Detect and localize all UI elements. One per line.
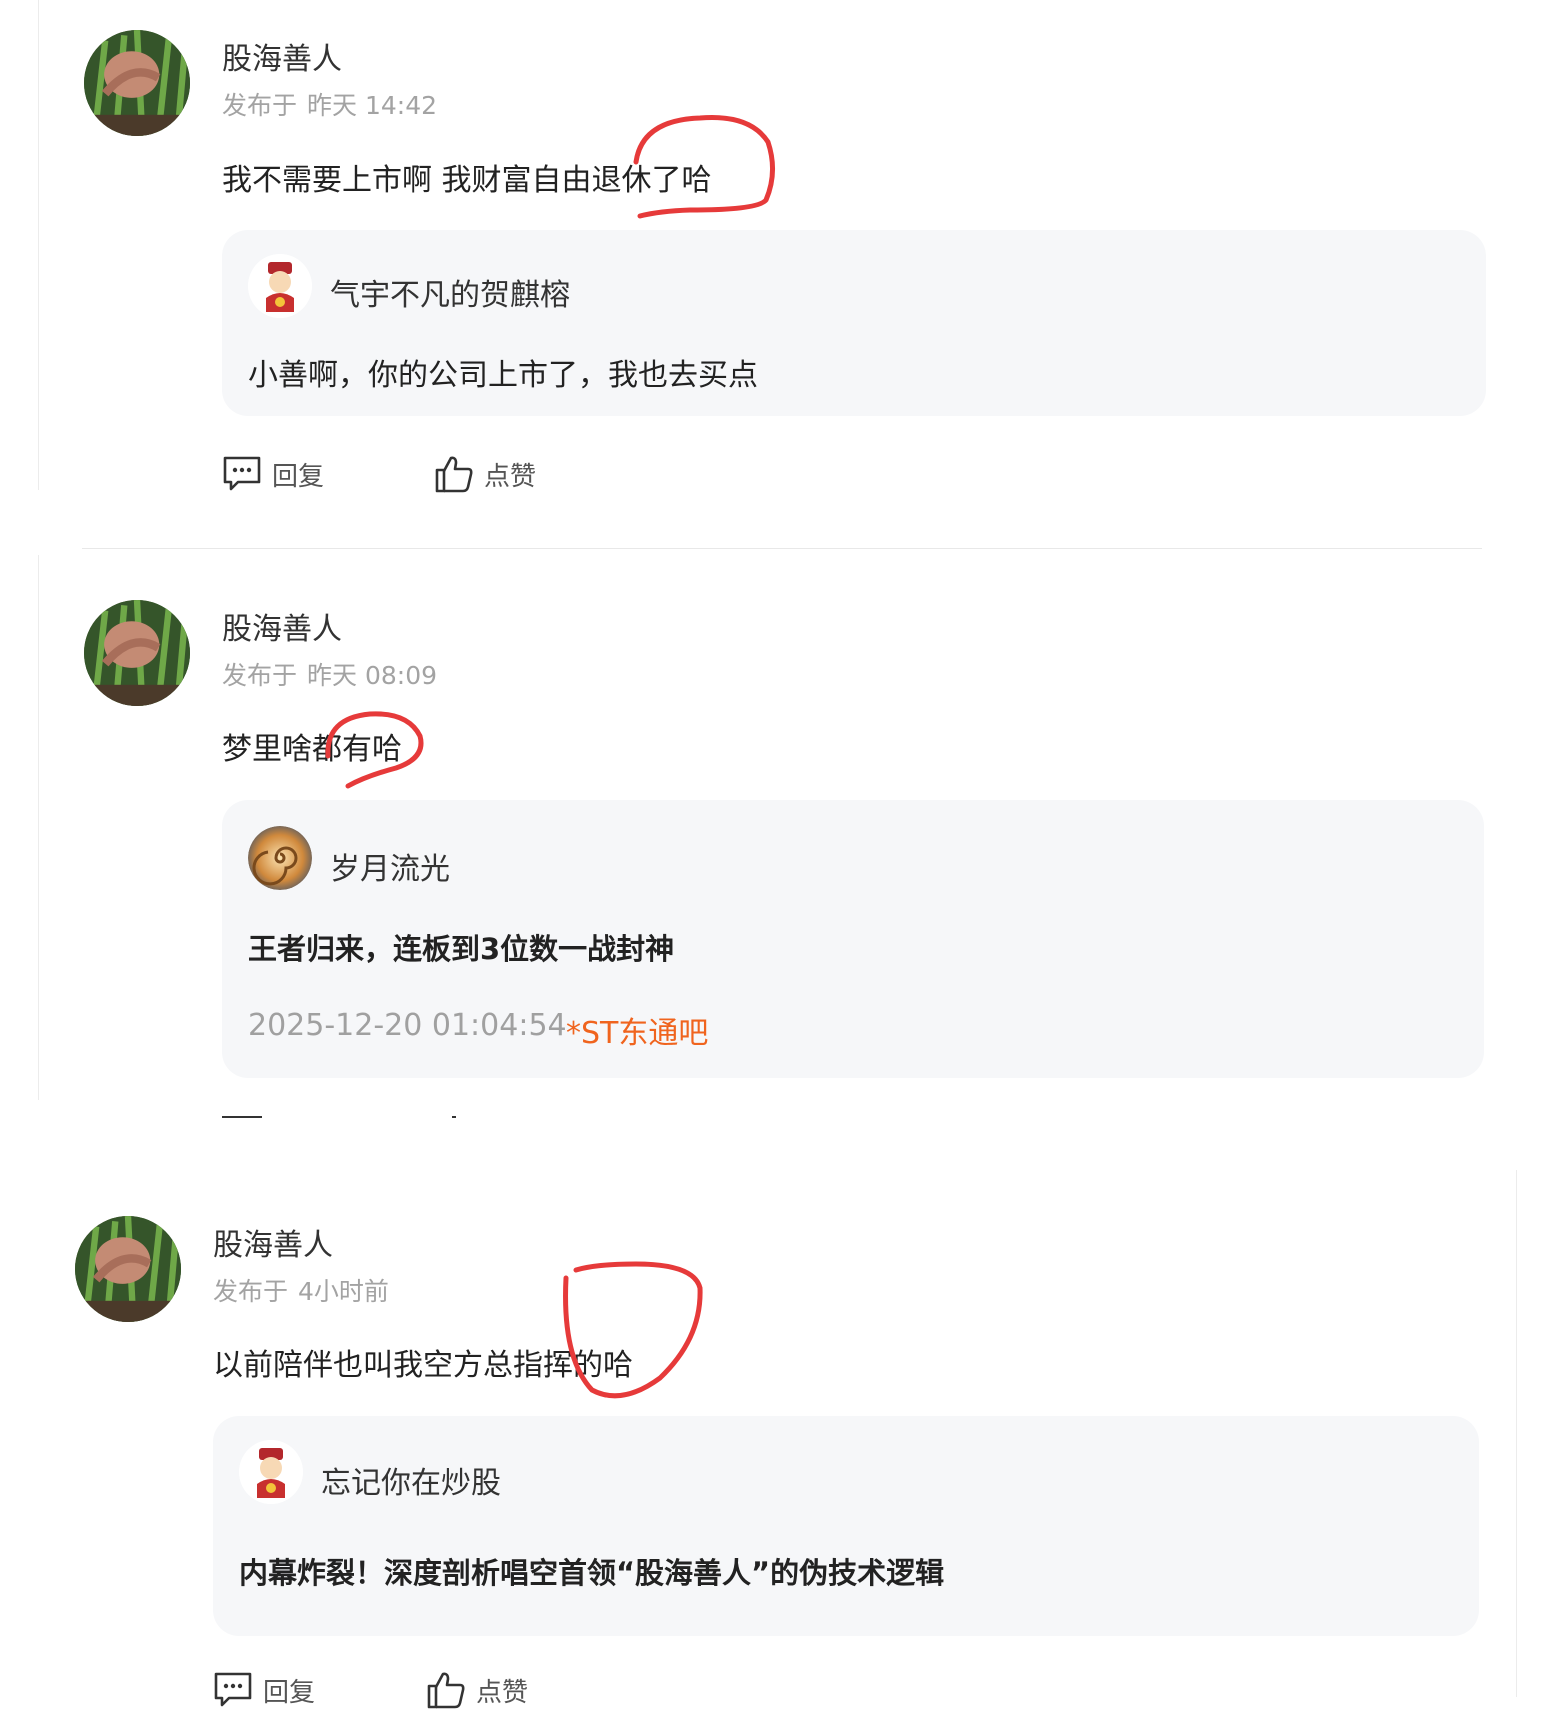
post-date: 2025-12-20 01:04:54	[248, 1008, 567, 1043]
cropped-action-row	[222, 1116, 262, 1118]
avatar-swirl	[248, 826, 312, 890]
avatar-plant-photo	[84, 30, 190, 136]
comment-item-1: 股海善人 发布于 昨天 14:42 我不需要上市啊 我财富自由退休了哈 气宇不凡的…	[0, 0, 1546, 500]
quote-author[interactable]: 岁月流光	[330, 844, 450, 888]
username[interactable]: 股海善人	[222, 604, 342, 648]
meta-time: 昨天 14:42	[307, 91, 438, 120]
username[interactable]: 股海善人	[213, 1220, 333, 1264]
meta-time: 昨天 08:09	[307, 661, 438, 690]
like-button[interactable]: 点赞	[434, 454, 536, 494]
quoted-comment[interactable]: 气宇不凡的贺麒榕 小善啊，你的公司上市了，我也去买点	[222, 230, 1486, 416]
red-annotation-circle	[563, 1261, 703, 1399]
avatar[interactable]	[84, 30, 190, 136]
reply-button[interactable]: 回复	[213, 1670, 315, 1710]
meta-prefix: 发布于	[222, 661, 298, 690]
avatar-plant-photo	[84, 600, 190, 706]
avatar-fortune-god	[239, 1440, 303, 1504]
thumbs-up-icon	[427, 1672, 465, 1709]
post-title[interactable]: 内幕炸裂！深度剖析唱空首领“股海善人”的伪技术逻辑	[239, 1550, 944, 1592]
avatar[interactable]	[248, 826, 312, 890]
quoted-post[interactable]: 岁月流光 王者归来，连板到3位数一战封神 2025-12-20 01:04:54…	[222, 800, 1484, 1078]
post-meta: 发布于 昨天 08:09	[222, 656, 437, 692]
meta-time: 4小时前	[298, 1277, 389, 1306]
comment-icon	[223, 456, 261, 491]
meta-prefix: 发布于	[222, 91, 298, 120]
avatar[interactable]	[248, 254, 312, 318]
cropped-action-row-dot	[452, 1116, 456, 1118]
quote-text: 小善啊，你的公司上市了，我也去买点	[248, 358, 758, 393]
comment-text: 梦里啥都有哈	[222, 732, 402, 767]
comment-text: 以前陪伴也叫我空方总指挥的哈	[213, 1348, 633, 1383]
avatar[interactable]	[84, 600, 190, 706]
thumbs-up-icon	[435, 456, 473, 493]
comment-text: 我不需要上市啊 我财富自由退休了哈	[222, 163, 712, 198]
reply-button[interactable]: 回复	[222, 454, 324, 494]
comment-item-2: 股海善人 发布于 昨天 08:09 梦里啥都有哈 岁月流光 王者归来，连板到3位…	[0, 560, 1546, 1120]
avatar-plant-photo	[75, 1216, 181, 1322]
comment-item-3: 股海善人 发布于 4小时前 以前陪伴也叫我空方总指挥的哈 忘记你在炒股 内幕炸裂！…	[0, 1170, 1546, 1709]
post-title[interactable]: 王者归来，连板到3位数一战封神	[248, 926, 674, 968]
reply-label: 回复	[263, 1677, 316, 1708]
meta-prefix: 发布于	[213, 1277, 289, 1306]
like-label: 点赞	[476, 1677, 529, 1708]
quote-author[interactable]: 气宇不凡的贺麒榕	[330, 270, 570, 314]
username[interactable]: 股海善人	[222, 34, 342, 78]
post-meta: 发布于 昨天 14:42	[222, 86, 437, 122]
avatar-fortune-god	[248, 254, 312, 318]
stock-bar-link[interactable]: *ST东通吧	[566, 1008, 708, 1052]
avatar[interactable]	[239, 1440, 303, 1504]
screenshot-page: 股海善人 发布于 昨天 14:42 我不需要上市啊 我财富自由退休了哈 气宇不凡的…	[0, 0, 1546, 1709]
reply-label: 回复	[272, 461, 325, 492]
like-button[interactable]: 点赞	[426, 1670, 528, 1710]
quoted-post[interactable]: 忘记你在炒股 内幕炸裂！深度剖析唱空首领“股海善人”的伪技术逻辑	[213, 1416, 1479, 1636]
comment-icon	[214, 1672, 252, 1707]
like-label: 点赞	[484, 461, 537, 492]
post-meta: 发布于 4小时前	[213, 1272, 389, 1308]
quote-author[interactable]: 忘记你在炒股	[321, 1458, 501, 1502]
avatar[interactable]	[75, 1216, 181, 1322]
comment-divider	[82, 548, 1482, 549]
